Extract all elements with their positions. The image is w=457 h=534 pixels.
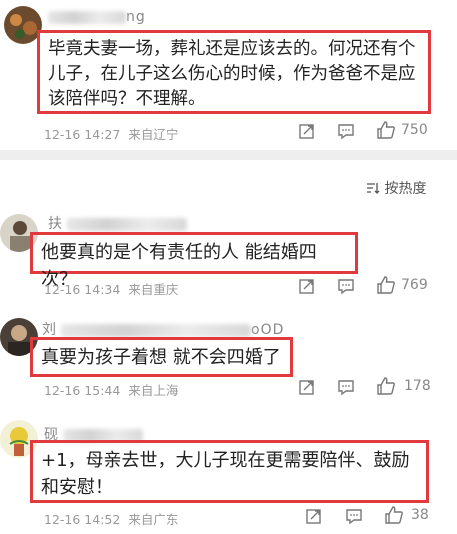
thumbs-up-icon[interactable] <box>376 376 396 396</box>
share-icon[interactable] <box>298 122 316 140</box>
share-icon[interactable] <box>305 507 323 525</box>
thumbs-up-icon[interactable] <box>376 275 396 295</box>
comment-text-box: +1，母亲去世，大儿子现在更需要陪伴、鼓励和安慰！ <box>30 440 429 503</box>
location: 来自广东 <box>128 512 179 527</box>
share-icon[interactable] <box>298 277 316 295</box>
username[interactable]: 扶 <box>48 213 187 233</box>
comment-text-box: 他要真的是个有责任的人 能结婚四次？ <box>30 232 358 290</box>
comment-icon[interactable] <box>337 378 355 396</box>
comment-meta: 12-16 14:34 来自重庆 <box>44 279 178 298</box>
username-first-char: 刘 <box>42 322 57 338</box>
location: 来自辽宁 <box>128 127 179 142</box>
timestamp: 12-16 14:34 <box>44 282 121 297</box>
username-suffix: ng <box>126 9 146 25</box>
sort-by-heat[interactable]: 按热度 <box>366 178 426 198</box>
comment-meta: 12-16 15:44 来自上海 <box>44 380 178 399</box>
username[interactable]: 刘 oOD <box>42 319 284 339</box>
comment-text: 真要为孩子着想 就不会四婚了 <box>41 347 281 368</box>
comment-text-box: 毕竟夫妻一场，葬礼还是应该去的。何况还有个儿子，在儿子这么伤心的时候，作为爸爸不… <box>37 30 431 114</box>
like-count: 769 <box>401 277 428 293</box>
timestamp: 12-16 14:27 <box>44 127 121 142</box>
share-icon[interactable] <box>298 378 316 396</box>
username[interactable]: ng <box>48 9 146 25</box>
comment-text: +1，母亲去世，大儿子现在更需要陪伴、鼓励和安慰！ <box>41 450 410 498</box>
like-count: 38 <box>411 507 429 523</box>
sort-icon <box>367 183 380 194</box>
like-count: 750 <box>401 122 428 138</box>
location: 来自重庆 <box>128 282 179 297</box>
comment-icon[interactable] <box>337 122 355 140</box>
comment-text-box: 真要为孩子着想 就不会四婚了 <box>30 337 293 377</box>
location: 来自上海 <box>128 383 179 398</box>
like-count: 178 <box>404 378 431 394</box>
sort-label: 按热度 <box>384 181 427 197</box>
username-first-char: 扶 <box>48 216 63 232</box>
username-suffix: oOD <box>251 322 285 338</box>
comment-text: 毕竟夫妻一场，葬礼还是应该去的。何况还有个儿子，在儿子这么伤心的时候，作为爸爸不… <box>48 39 416 109</box>
timestamp: 12-16 15:44 <box>44 383 121 398</box>
comment-meta: 12-16 14:27 来自辽宁 <box>44 124 178 143</box>
timestamp: 12-16 14:52 <box>44 512 121 527</box>
comment-icon[interactable] <box>337 277 355 295</box>
thumbs-up-icon[interactable] <box>376 120 396 140</box>
comment-meta: 12-16 14:52 来自广东 <box>44 509 178 528</box>
comment-icon[interactable] <box>345 507 363 525</box>
thumbs-up-icon[interactable] <box>384 505 404 525</box>
section-divider <box>0 150 457 160</box>
